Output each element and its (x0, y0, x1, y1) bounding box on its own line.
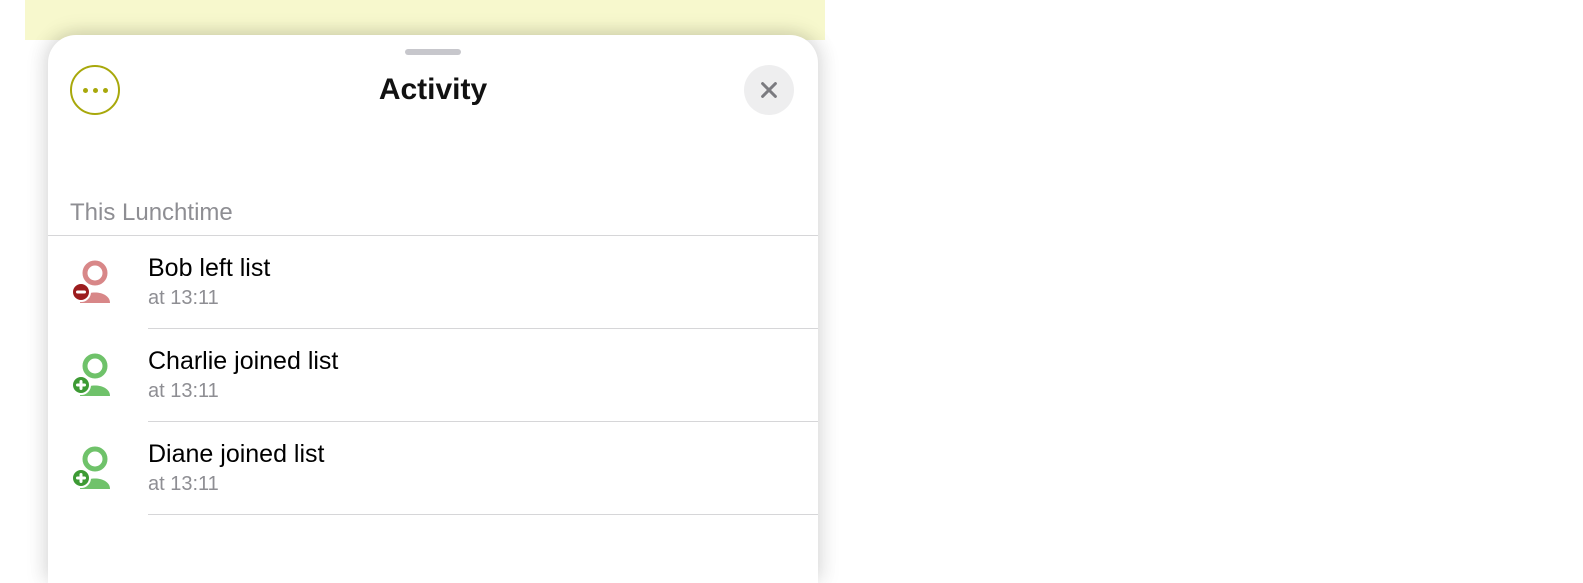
activity-text: Diane joined list at 13:11 (148, 440, 325, 496)
activity-row[interactable]: Charlie joined list at 13:11 (48, 329, 818, 421)
activity-title: Charlie joined list (148, 347, 338, 376)
sheet-header: Activity (48, 55, 818, 125)
activity-time: at 13:11 (148, 287, 270, 310)
row-divider (148, 514, 818, 515)
backdrop-yellow (25, 0, 825, 40)
person-joined-icon (70, 352, 116, 398)
activity-row[interactable]: Bob left list at 13:11 (48, 236, 818, 328)
sheet-title: Activity (379, 73, 487, 107)
activity-row[interactable]: Diane joined list at 13:11 (48, 422, 818, 514)
activity-time: at 13:11 (148, 473, 325, 496)
close-button[interactable] (744, 65, 794, 115)
activity-text: Charlie joined list at 13:11 (148, 347, 338, 403)
activity-title: Bob left list (148, 254, 270, 283)
section-header: This Lunchtime (48, 125, 818, 236)
close-icon (758, 79, 780, 101)
person-joined-icon (70, 445, 116, 491)
person-left-icon (70, 259, 116, 305)
more-button[interactable] (70, 65, 120, 115)
activity-sheet: Activity This Lunchtime Bob left list at… (48, 35, 818, 583)
activity-text: Bob left list at 13:11 (148, 254, 270, 310)
activity-title: Diane joined list (148, 440, 325, 469)
activity-time: at 13:11 (148, 380, 338, 403)
ellipsis-icon (83, 88, 108, 93)
